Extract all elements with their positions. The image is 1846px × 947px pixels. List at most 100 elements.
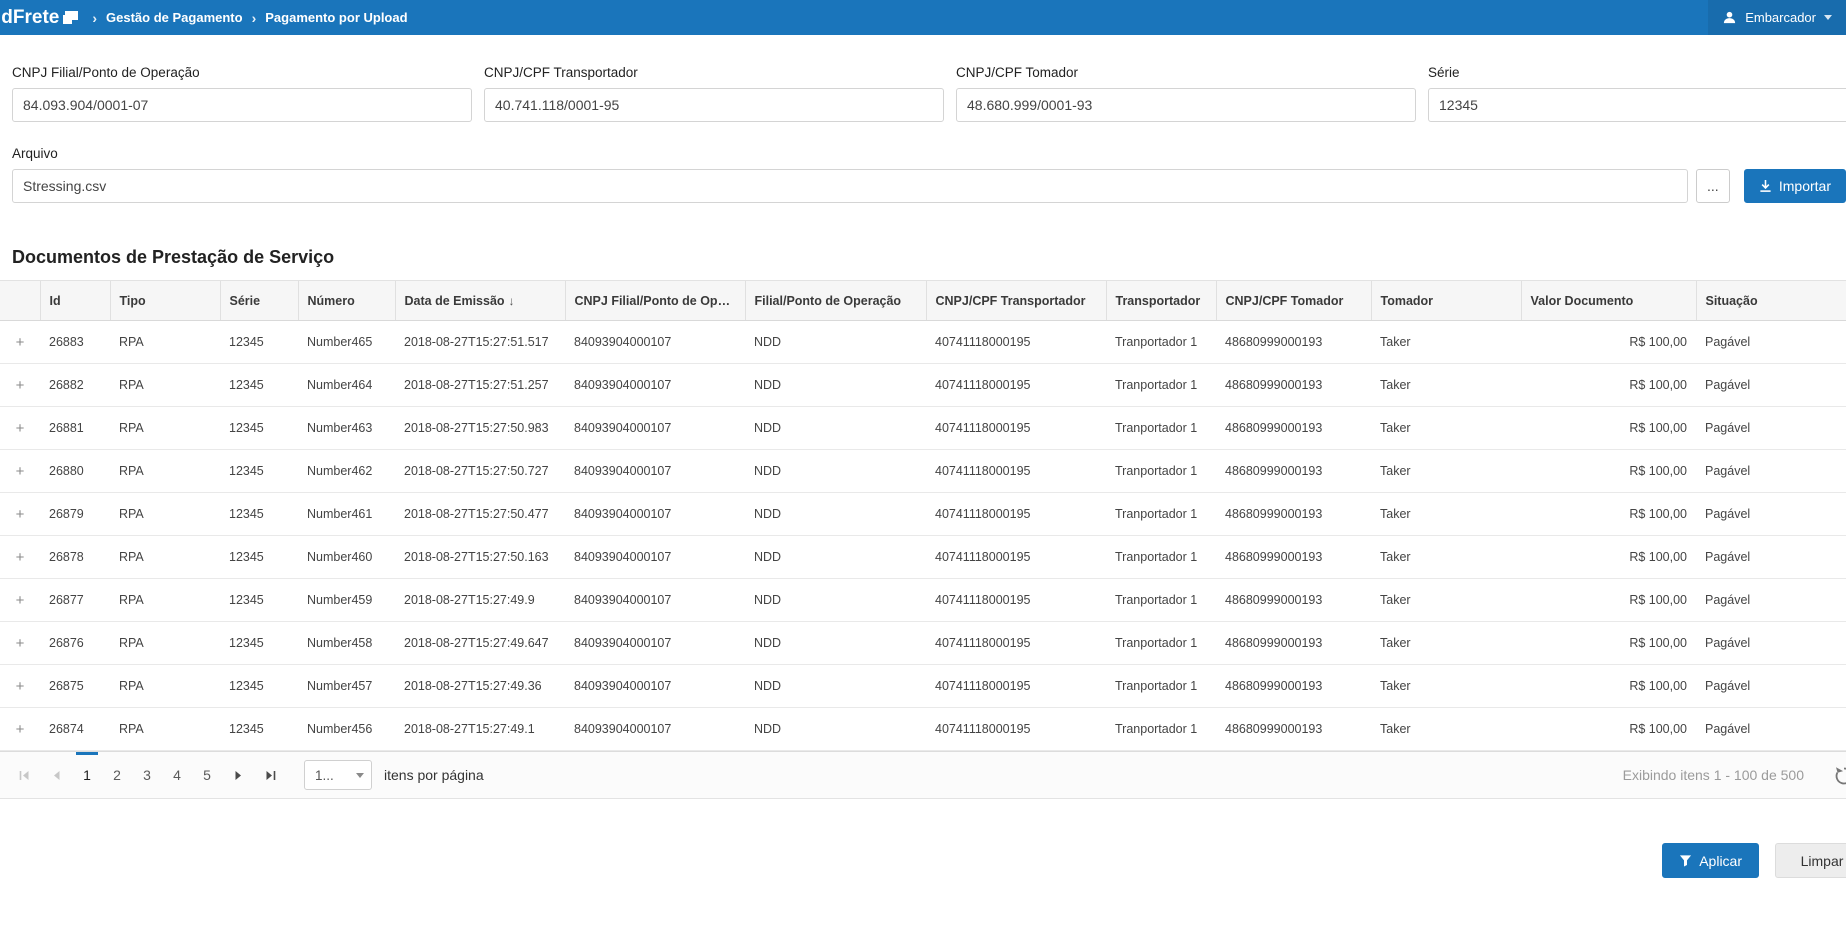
cell-tipo: RPA xyxy=(110,321,220,364)
expand-cell: + xyxy=(0,321,40,364)
column-header-id[interactable]: Id xyxy=(40,281,110,321)
table-row: +26881RPA12345Number4632018-08-27T15:27:… xyxy=(0,407,1846,450)
serie-input[interactable] xyxy=(1428,88,1846,122)
page-size-select[interactable]: 1... xyxy=(304,760,372,790)
column-header-cnpj-tomador[interactable]: CNPJ/CPF Tomador xyxy=(1216,281,1371,321)
cell-serie: 12345 xyxy=(220,708,298,751)
cell-filial: NDD xyxy=(745,450,926,493)
expand-row-icon[interactable]: + xyxy=(0,635,40,652)
cell-cnpj_transp: 40741118000195 xyxy=(926,622,1106,665)
column-header-valor[interactable]: Valor Documento xyxy=(1521,281,1696,321)
refresh-icon[interactable] xyxy=(1833,765,1846,790)
cell-tipo: RPA xyxy=(110,708,220,751)
cnpj-tomador-input[interactable] xyxy=(956,88,1416,122)
table-row: +26879RPA12345Number4612018-08-27T15:27:… xyxy=(0,493,1846,536)
cell-tomador: Taker xyxy=(1371,622,1521,665)
cell-serie: 12345 xyxy=(220,622,298,665)
expand-cell: + xyxy=(0,364,40,407)
column-header-cnpj-transportador[interactable]: CNPJ/CPF Transportador xyxy=(926,281,1106,321)
expand-row-icon[interactable]: + xyxy=(0,506,40,523)
cell-id: 26874 xyxy=(40,708,110,751)
expand-row-icon[interactable]: + xyxy=(0,334,40,351)
cell-filial: NDD xyxy=(745,622,926,665)
cell-cnpj_tomador: 48680999000193 xyxy=(1216,364,1371,407)
table-row: +26878RPA12345Number4602018-08-27T15:27:… xyxy=(0,536,1846,579)
pager-page-3[interactable]: 3 xyxy=(132,752,162,798)
expand-row-icon[interactable]: + xyxy=(0,592,40,609)
field-label: Série xyxy=(1428,65,1846,80)
cnpj-transportador-input[interactable] xyxy=(484,88,944,122)
expand-row-icon[interactable]: + xyxy=(0,377,40,394)
cell-numero: Number464 xyxy=(298,364,395,407)
pager-previous-button[interactable] xyxy=(40,752,72,798)
table-row: +26874RPA12345Number4562018-08-27T15:27:… xyxy=(0,708,1846,751)
pager-page-2[interactable]: 2 xyxy=(102,752,132,798)
cell-valor: R$ 100,00 xyxy=(1521,536,1696,579)
pager-page-4[interactable]: 4 xyxy=(162,752,192,798)
import-button-label: Importar xyxy=(1779,178,1831,194)
cell-cnpj_tomador: 48680999000193 xyxy=(1216,579,1371,622)
file-name-input xyxy=(12,169,1688,203)
footer-actions: Aplicar Limpar xyxy=(0,843,1846,878)
cell-situacao: Pagável xyxy=(1696,708,1846,751)
cell-tipo: RPA xyxy=(110,493,220,536)
pager-next-button[interactable] xyxy=(222,752,254,798)
cell-tomador: Taker xyxy=(1371,493,1521,536)
table-row: +26877RPA12345Number4592018-08-27T15:27:… xyxy=(0,579,1846,622)
cell-serie: 12345 xyxy=(220,450,298,493)
column-header-filial[interactable]: Filial/Ponto de Operação xyxy=(745,281,926,321)
pager-page-1[interactable]: 1 xyxy=(72,752,102,798)
column-header-tomador[interactable]: Tomador xyxy=(1371,281,1521,321)
pager-last-button[interactable] xyxy=(254,752,286,798)
pager: 12345 1... itens por página Exibindo ite… xyxy=(0,751,1846,799)
breadcrumb-item-gestao[interactable]: Gestão de Pagamento xyxy=(106,10,243,25)
column-header-tipo[interactable]: Tipo xyxy=(110,281,220,321)
expand-row-icon[interactable]: + xyxy=(0,678,40,695)
column-header-data-emissao[interactable]: Data de Emissão↓ xyxy=(395,281,565,321)
cell-serie: 12345 xyxy=(220,665,298,708)
cell-tomador: Taker xyxy=(1371,364,1521,407)
cell-cnpj_transp: 40741118000195 xyxy=(926,708,1106,751)
cell-id: 26877 xyxy=(40,579,110,622)
cell-cnpj_tomador: 48680999000193 xyxy=(1216,321,1371,364)
cell-data: 2018-08-27T15:27:51.517 xyxy=(395,321,565,364)
cell-data: 2018-08-27T15:27:51.257 xyxy=(395,364,565,407)
cell-cnpj_tomador: 48680999000193 xyxy=(1216,450,1371,493)
expand-row-icon[interactable]: + xyxy=(0,721,40,738)
field-cnpj-transportador: CNPJ/CPF Transportador xyxy=(484,65,944,122)
cell-cnpj_filial: 84093904000107 xyxy=(565,321,745,364)
column-header-cnpj-filial[interactable]: CNPJ Filial/Ponto de Operaç... xyxy=(565,281,745,321)
user-menu-button[interactable]: Embarcador xyxy=(1708,0,1846,35)
expand-column-header xyxy=(0,281,40,321)
chevron-down-icon xyxy=(349,773,371,778)
column-header-situacao[interactable]: Situação xyxy=(1696,281,1846,321)
import-button[interactable]: Importar xyxy=(1744,169,1846,203)
breadcrumb-item-pagamento-upload[interactable]: Pagamento por Upload xyxy=(265,10,407,25)
cell-cnpj_tomador: 48680999000193 xyxy=(1216,493,1371,536)
table-row: +26880RPA12345Number4622018-08-27T15:27:… xyxy=(0,450,1846,493)
app-header: ldFrete › Gestão de Pagamento › Pagament… xyxy=(0,0,1846,35)
cell-id: 26876 xyxy=(40,622,110,665)
cell-cnpj_transp: 40741118000195 xyxy=(926,536,1106,579)
grid-body: +26883RPA12345Number4652018-08-27T15:27:… xyxy=(0,321,1846,751)
column-header-transportador[interactable]: Transportador xyxy=(1106,281,1216,321)
cell-valor: R$ 100,00 xyxy=(1521,708,1696,751)
pager-page-5[interactable]: 5 xyxy=(192,752,222,798)
expand-row-icon[interactable]: + xyxy=(0,420,40,437)
cell-situacao: Pagável xyxy=(1696,536,1846,579)
expand-cell: + xyxy=(0,622,40,665)
column-header-numero[interactable]: Número xyxy=(298,281,395,321)
expand-row-icon[interactable]: + xyxy=(0,549,40,566)
expand-row-icon[interactable]: + xyxy=(0,463,40,480)
cell-valor: R$ 100,00 xyxy=(1521,665,1696,708)
pager-first-button[interactable] xyxy=(8,752,40,798)
browse-file-button[interactable]: ... xyxy=(1696,169,1730,203)
cnpj-filial-input[interactable] xyxy=(12,88,472,122)
cell-transportador: Tranportador 1 xyxy=(1106,364,1216,407)
clear-button[interactable]: Limpar xyxy=(1775,843,1846,878)
cell-id: 26881 xyxy=(40,407,110,450)
cell-situacao: Pagável xyxy=(1696,321,1846,364)
column-header-serie[interactable]: Série xyxy=(220,281,298,321)
cell-cnpj_filial: 84093904000107 xyxy=(565,622,745,665)
apply-button[interactable]: Aplicar xyxy=(1662,843,1759,878)
